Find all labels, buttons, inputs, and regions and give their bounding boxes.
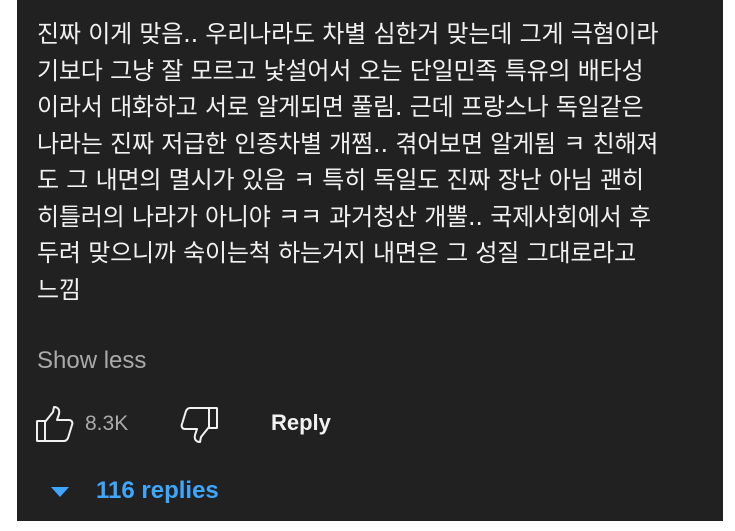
show-less-button[interactable]: Show less xyxy=(37,345,146,377)
caret-down-icon xyxy=(51,487,69,497)
like-count: 8.3K xyxy=(85,412,129,435)
comment-action-bar: 8.3K Reply xyxy=(35,404,715,444)
thumbs-down-icon xyxy=(179,406,219,446)
view-replies-button[interactable]: 116 replies xyxy=(51,473,219,509)
thumbs-up-icon xyxy=(35,404,75,444)
replies-count-label: 116 replies xyxy=(96,477,219,504)
like-button[interactable] xyxy=(35,404,75,444)
comment-text: 진짜 이게 맞음.. 우리나라도 차별 심한거 맞는데 그게 극혐이라 기보다 … xyxy=(37,20,659,304)
reply-button[interactable]: Reply xyxy=(271,407,331,439)
dislike-button[interactable] xyxy=(179,406,219,446)
comment-panel: 진짜 이게 맞음.. 우리나라도 차별 심한거 맞는데 그게 극혐이라 기보다 … xyxy=(17,0,723,521)
